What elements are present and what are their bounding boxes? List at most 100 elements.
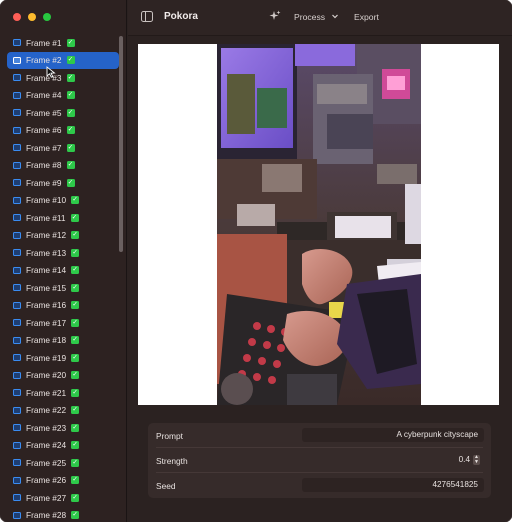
checkmark-icon: ✓: [71, 301, 80, 310]
frame-label: Frame #1: [26, 37, 62, 48]
checkmark-icon: ✓: [66, 73, 75, 82]
image-frame-icon: [13, 476, 21, 484]
image-frame-icon: [13, 511, 21, 519]
image-frame-icon: [13, 39, 21, 47]
studio-photo-illustration: [217, 44, 421, 405]
sidebar-frame-item[interactable]: Frame #13 ✓: [7, 244, 119, 262]
sidebar-frame-item[interactable]: Frame #4 ✓: [7, 87, 119, 105]
frame-label: Frame #17: [26, 317, 67, 328]
frame-preview-image: [217, 44, 421, 405]
checkmark-icon: ✓: [71, 196, 80, 205]
checkmark-icon: ✓: [71, 423, 80, 432]
checkmark-icon: ✓: [71, 318, 80, 327]
sidebar-frame-item[interactable]: Frame #21 ✓: [7, 384, 119, 402]
prompt-row: Prompt A cyberpunk cityscape: [148, 426, 491, 448]
sidebar-frame-item[interactable]: Frame #15 ✓: [7, 279, 119, 297]
image-frame-icon: [13, 354, 21, 362]
checkmark-icon: ✓: [71, 458, 80, 467]
sidebar-frame-item[interactable]: Frame #5 ✓: [7, 104, 119, 122]
sidebar-frame-item[interactable]: Frame #8 ✓: [7, 157, 119, 175]
sidebar: Frame #1 ✓ Frame #2 ✓ Frame #3 ✓ Frame #4 ✓ Fram…: [0, 0, 127, 522]
image-frame-icon: [13, 266, 21, 274]
sidebar-frame-item[interactable]: Frame #22 ✓: [7, 402, 119, 420]
frame-label: Frame #21: [26, 387, 67, 398]
checkmark-icon: ✓: [71, 266, 80, 275]
checkmark-icon: ✓: [71, 371, 80, 380]
close-window-button[interactable]: [13, 13, 21, 21]
checkmark-icon: ✓: [71, 476, 80, 485]
frame-label: Frame #6: [26, 125, 62, 136]
frame-label: Frame #16: [26, 300, 67, 311]
sidebar-frame-item[interactable]: Frame #3 ✓: [7, 69, 119, 87]
frame-label: Frame #7: [26, 142, 62, 153]
image-frame-icon: [13, 74, 21, 82]
checkmark-icon: ✓: [71, 441, 80, 450]
chevron-down-icon[interactable]: [331, 12, 339, 20]
window-controls: [13, 13, 51, 21]
frame-label: Frame #11: [26, 212, 66, 223]
frame-label: Frame #25: [26, 457, 67, 468]
frame-list: Frame #1 ✓ Frame #2 ✓ Frame #3 ✓ Frame #4 ✓ Fram…: [7, 34, 119, 522]
prompt-input[interactable]: A cyberpunk cityscape: [302, 428, 484, 442]
frame-label: Frame #19: [26, 352, 67, 363]
sidebar-frame-item[interactable]: Frame #24 ✓: [7, 437, 119, 455]
sidebar-frame-item[interactable]: Frame #28 ✓: [7, 507, 119, 522]
image-frame-icon: [13, 144, 21, 152]
frame-label: Frame #9: [26, 177, 62, 188]
zoom-window-button[interactable]: [43, 13, 51, 21]
strength-stepper[interactable]: ▲ ▼: [473, 455, 480, 465]
checkmark-icon: ✓: [71, 388, 80, 397]
frame-label: Frame #14: [26, 265, 67, 276]
checkmark-icon: ✓: [71, 231, 80, 240]
checkmark-icon: ✓: [66, 143, 75, 152]
minimize-window-button[interactable]: [28, 13, 36, 21]
sidebar-frame-item[interactable]: Frame #14 ✓: [7, 262, 119, 280]
sparkle-icon[interactable]: [269, 10, 281, 22]
sidebar-frame-item[interactable]: Frame #17 ✓: [7, 314, 119, 332]
sidebar-frame-item[interactable]: Frame #20 ✓: [7, 367, 119, 385]
toolbar: Pokora Process Export: [128, 0, 512, 36]
sidebar-frame-item[interactable]: Frame #23 ✓: [7, 419, 119, 437]
sidebar-frame-item[interactable]: Frame #1 ✓: [7, 34, 119, 52]
sidebar-frame-item[interactable]: Frame #9 ✓: [7, 174, 119, 192]
frame-label: Frame #22: [26, 405, 67, 416]
image-frame-icon: [13, 319, 21, 327]
image-frame-icon: [13, 91, 21, 99]
sidebar-frame-item[interactable]: Frame #25 ✓: [7, 454, 119, 472]
sidebar-frame-item[interactable]: Frame #7 ✓: [7, 139, 119, 157]
sidebar-scrollbar[interactable]: [119, 36, 123, 252]
process-button[interactable]: Process: [294, 12, 325, 22]
image-frame-icon: [13, 406, 21, 414]
seed-input[interactable]: 4276541825: [302, 478, 484, 492]
image-frame-icon: [13, 231, 21, 239]
strength-field[interactable]: 0.4 ▲ ▼: [302, 453, 484, 467]
sidebar-frame-item[interactable]: Frame #26 ✓: [7, 472, 119, 490]
divider: [156, 447, 483, 448]
sidebar-frame-item[interactable]: Frame #27 ✓: [7, 489, 119, 507]
strength-value[interactable]: 0.4: [459, 453, 470, 467]
image-frame-icon: [13, 301, 21, 309]
checkmark-icon: ✓: [71, 336, 80, 345]
sidebar-frame-item[interactable]: Frame #12 ✓: [7, 227, 119, 245]
sidebar-frame-item[interactable]: Frame #16 ✓: [7, 297, 119, 315]
sidebar-frame-item[interactable]: Frame #18 ✓: [7, 332, 119, 350]
app-window: Frame #1 ✓ Frame #2 ✓ Frame #3 ✓ Frame #4 ✓ Fram…: [0, 0, 512, 522]
frame-label: Frame #10: [26, 195, 67, 206]
mouse-cursor-icon: [46, 66, 56, 78]
app-title: Pokora: [164, 11, 198, 22]
image-frame-icon: [13, 196, 21, 204]
sidebar-frame-item[interactable]: Frame #19 ✓: [7, 349, 119, 367]
divider: [156, 472, 483, 473]
sidebar-frame-item[interactable]: Frame #10 ✓: [7, 192, 119, 210]
checkmark-icon: ✓: [71, 283, 80, 292]
sidebar-frame-item[interactable]: Frame #6 ✓: [7, 122, 119, 140]
seed-row: Seed 4276541825: [148, 476, 491, 496]
strength-label: Strength: [156, 456, 188, 466]
export-button[interactable]: Export: [354, 12, 379, 22]
sidebar-frame-item[interactable]: Frame #2 ✓: [7, 51, 119, 69]
sidebar-toggle-icon[interactable]: [141, 11, 153, 22]
image-frame-icon: [13, 284, 21, 292]
image-frame-icon: [13, 56, 21, 64]
frame-label: Frame #4: [26, 90, 62, 101]
sidebar-frame-item[interactable]: Frame #11 ✓: [7, 209, 119, 227]
